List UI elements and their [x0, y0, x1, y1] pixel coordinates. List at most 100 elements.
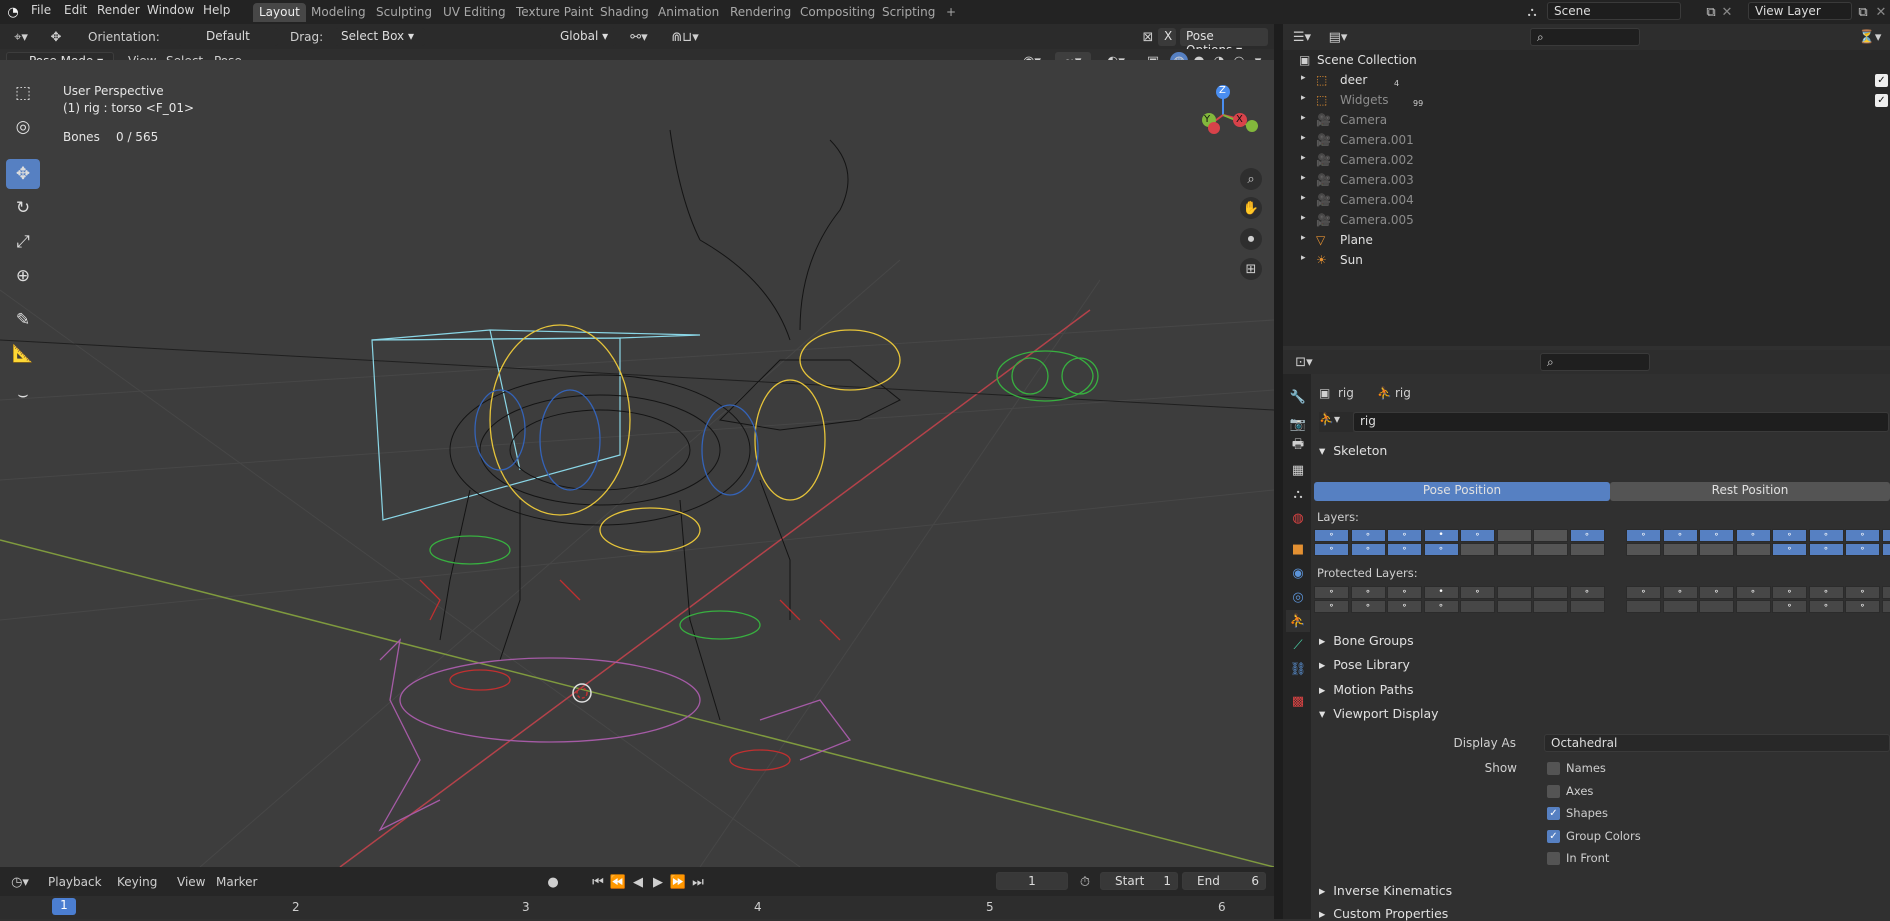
tab-texture-paint[interactable]: Texture Paint	[510, 3, 599, 22]
layer-toggle[interactable]	[1736, 543, 1771, 556]
layer-toggle[interactable]: ∘	[1772, 586, 1807, 599]
bone-constraint-tab-icon[interactable]: ⛓	[1286, 658, 1310, 680]
layer-toggle[interactable]: ∘	[1424, 543, 1459, 556]
outliner-item-label[interactable]: Camera.002	[1340, 153, 1414, 167]
layer-toggle[interactable]: ∘	[1351, 586, 1386, 599]
layer-toggle[interactable]: ∘	[1699, 529, 1734, 542]
layer-toggle[interactable]	[1699, 543, 1734, 556]
remove-view-layer-icon[interactable]: ✕	[1873, 3, 1889, 21]
layer-toggle[interactable]	[1626, 600, 1661, 613]
layer-toggle[interactable]: ∘	[1570, 586, 1605, 599]
layer-toggle[interactable]: ∘	[1809, 600, 1844, 613]
outliner-item-label[interactable]: Camera.003	[1340, 173, 1414, 187]
layer-toggle[interactable]: ∘	[1882, 600, 1890, 613]
expand-arrow-icon[interactable]: ▸	[1301, 173, 1306, 183]
motion-paths-panel[interactable]: ▸ Motion Paths	[1319, 682, 1414, 697]
pose-breakdowner-tool[interactable]: ⌣	[6, 380, 40, 410]
pose-options-dropdown[interactable]: Pose Options ▾	[1180, 28, 1268, 46]
layer-toggle[interactable]: ∘	[1460, 586, 1495, 599]
show-checkbox-label[interactable]: Names	[1566, 761, 1606, 775]
drag-dropdown[interactable]: Select Box ▾	[335, 28, 425, 46]
layer-toggle[interactable]: ∘	[1626, 586, 1661, 599]
layer-toggle[interactable]	[1533, 543, 1568, 556]
properties-search-input[interactable]: ⌕	[1540, 353, 1650, 371]
layer-toggle[interactable]: ∘	[1809, 586, 1844, 599]
scale-tool[interactable]: ⤢	[6, 227, 40, 257]
playhead-frame[interactable]: 1	[52, 898, 76, 915]
layer-toggle[interactable]: ∘	[1845, 529, 1880, 542]
layer-toggle[interactable]	[1699, 600, 1734, 613]
expand-arrow-icon[interactable]: ▸	[1301, 113, 1306, 123]
show-checkbox-label[interactable]: Group Colors	[1566, 829, 1641, 843]
view-layer-tab-icon[interactable]: ▦	[1286, 459, 1310, 481]
outliner-item[interactable]: ▸☀Sun	[1283, 250, 1883, 270]
outliner-item-label[interactable]: deer	[1340, 73, 1367, 87]
show-checkbox[interactable]	[1547, 785, 1560, 798]
camera-view-icon[interactable]: ⏺	[1240, 228, 1262, 250]
annotate-tool[interactable]: ✎	[6, 305, 40, 335]
layer-toggle[interactable]	[1533, 600, 1568, 613]
layer-toggle[interactable]	[1497, 586, 1532, 599]
scene-field[interactable]: Scene	[1547, 2, 1681, 20]
layer-toggle[interactable]: ∘	[1845, 586, 1880, 599]
copy-view-layer-icon[interactable]: ⧉	[1855, 3, 1871, 21]
outliner-item-label[interactable]: Camera.004	[1340, 193, 1414, 207]
modifier-tab-icon[interactable]: ◉	[1286, 562, 1310, 584]
skeleton-panel-header[interactable]: ▾ Skeleton	[1319, 443, 1387, 458]
inverse-kinematics-panel[interactable]: ▸ Inverse Kinematics	[1319, 883, 1452, 898]
layer-toggle[interactable]: ∘	[1845, 543, 1880, 556]
timeline-editor-icon[interactable]: ◷▾	[6, 873, 34, 891]
outliner-item-label[interactable]: Plane	[1340, 233, 1373, 247]
show-checkbox-label[interactable]: Axes	[1566, 784, 1593, 798]
pose-position-button[interactable]: Pose Position	[1314, 482, 1610, 501]
layer-toggle[interactable]: ∘	[1772, 543, 1807, 556]
menu-edit[interactable]: Edit	[64, 3, 87, 17]
prev-key-icon[interactable]: ⏪	[610, 873, 626, 891]
layer-toggle[interactable]: ∘	[1460, 529, 1495, 542]
area-divider[interactable]	[1274, 24, 1283, 919]
show-checkbox-label[interactable]: Shapes	[1566, 806, 1608, 820]
layer-toggle[interactable]: ∘	[1570, 529, 1605, 542]
pose-library-panel[interactable]: ▸ Pose Library	[1319, 657, 1410, 672]
layer-toggle[interactable]	[1497, 543, 1532, 556]
layer-toggle[interactable]: ∘	[1882, 543, 1890, 556]
view-layer-field[interactable]: View Layer	[1748, 2, 1852, 20]
editor-type-icon[interactable]: ⌖▾	[8, 28, 34, 46]
outliner-item[interactable]: ▸⬚Widgets99✓	[1283, 90, 1883, 110]
layer-toggle[interactable]	[1663, 600, 1698, 613]
timeline-ruler[interactable]: 1 2 3 4 5 6	[0, 896, 1274, 919]
layer-toggle[interactable]	[1663, 543, 1698, 556]
show-checkbox[interactable]: ✓	[1547, 807, 1560, 820]
tab-modeling[interactable]: Modeling	[305, 3, 372, 22]
outliner-item[interactable]: ▸🎥Camera.004	[1283, 190, 1883, 210]
rotate-tool[interactable]: ↻	[6, 193, 40, 223]
timeline-menu-marker[interactable]: Marker	[216, 875, 257, 889]
menu-help[interactable]: Help	[203, 3, 230, 17]
layer-toggle[interactable]: ∘	[1424, 600, 1459, 613]
exclude-checkbox[interactable]: ✓	[1875, 94, 1888, 107]
tab-rendering[interactable]: Rendering	[724, 3, 797, 22]
record-icon[interactable]: ●	[545, 873, 561, 891]
jump-start-icon[interactable]: ⏮	[590, 873, 606, 891]
measure-tool[interactable]: 📐	[6, 339, 40, 369]
output-tab-icon[interactable]: 🖶	[1286, 435, 1310, 457]
layer-toggle[interactable]: ∘	[1387, 586, 1422, 599]
layer-toggle[interactable]: ∘	[1699, 586, 1734, 599]
play-reverse-icon[interactable]: ◀	[630, 873, 646, 891]
layer-toggle[interactable]: ∘	[1736, 586, 1771, 599]
expand-arrow-icon[interactable]: ▸	[1301, 193, 1306, 203]
show-checkbox[interactable]	[1547, 762, 1560, 775]
layer-toggle[interactable]: ∘	[1809, 529, 1844, 542]
move-tool[interactable]: ✥	[6, 159, 40, 189]
3d-viewport[interactable]: ⬚ ◎ ✥ ↻ ⤢ ⊕ ✎ 📐 ⌣ User Perspective (1) r…	[0, 60, 1274, 867]
menu-render[interactable]: Render	[97, 3, 140, 17]
tab-scripting[interactable]: Scripting	[876, 3, 941, 22]
outliner-item[interactable]: ▸🎥Camera.003	[1283, 170, 1883, 190]
texture-tab-icon[interactable]: ▩	[1286, 690, 1310, 712]
expand-arrow-icon[interactable]: ▸	[1301, 213, 1306, 223]
expand-arrow-icon[interactable]: ▸	[1301, 73, 1306, 83]
pan-hand-icon[interactable]: ✋	[1240, 197, 1262, 219]
layer-toggle[interactable]: ∘	[1736, 529, 1771, 542]
outliner-item[interactable]: ▸⬚deer4✓	[1283, 70, 1883, 90]
orientation-dropdown[interactable]: Default	[178, 28, 278, 46]
